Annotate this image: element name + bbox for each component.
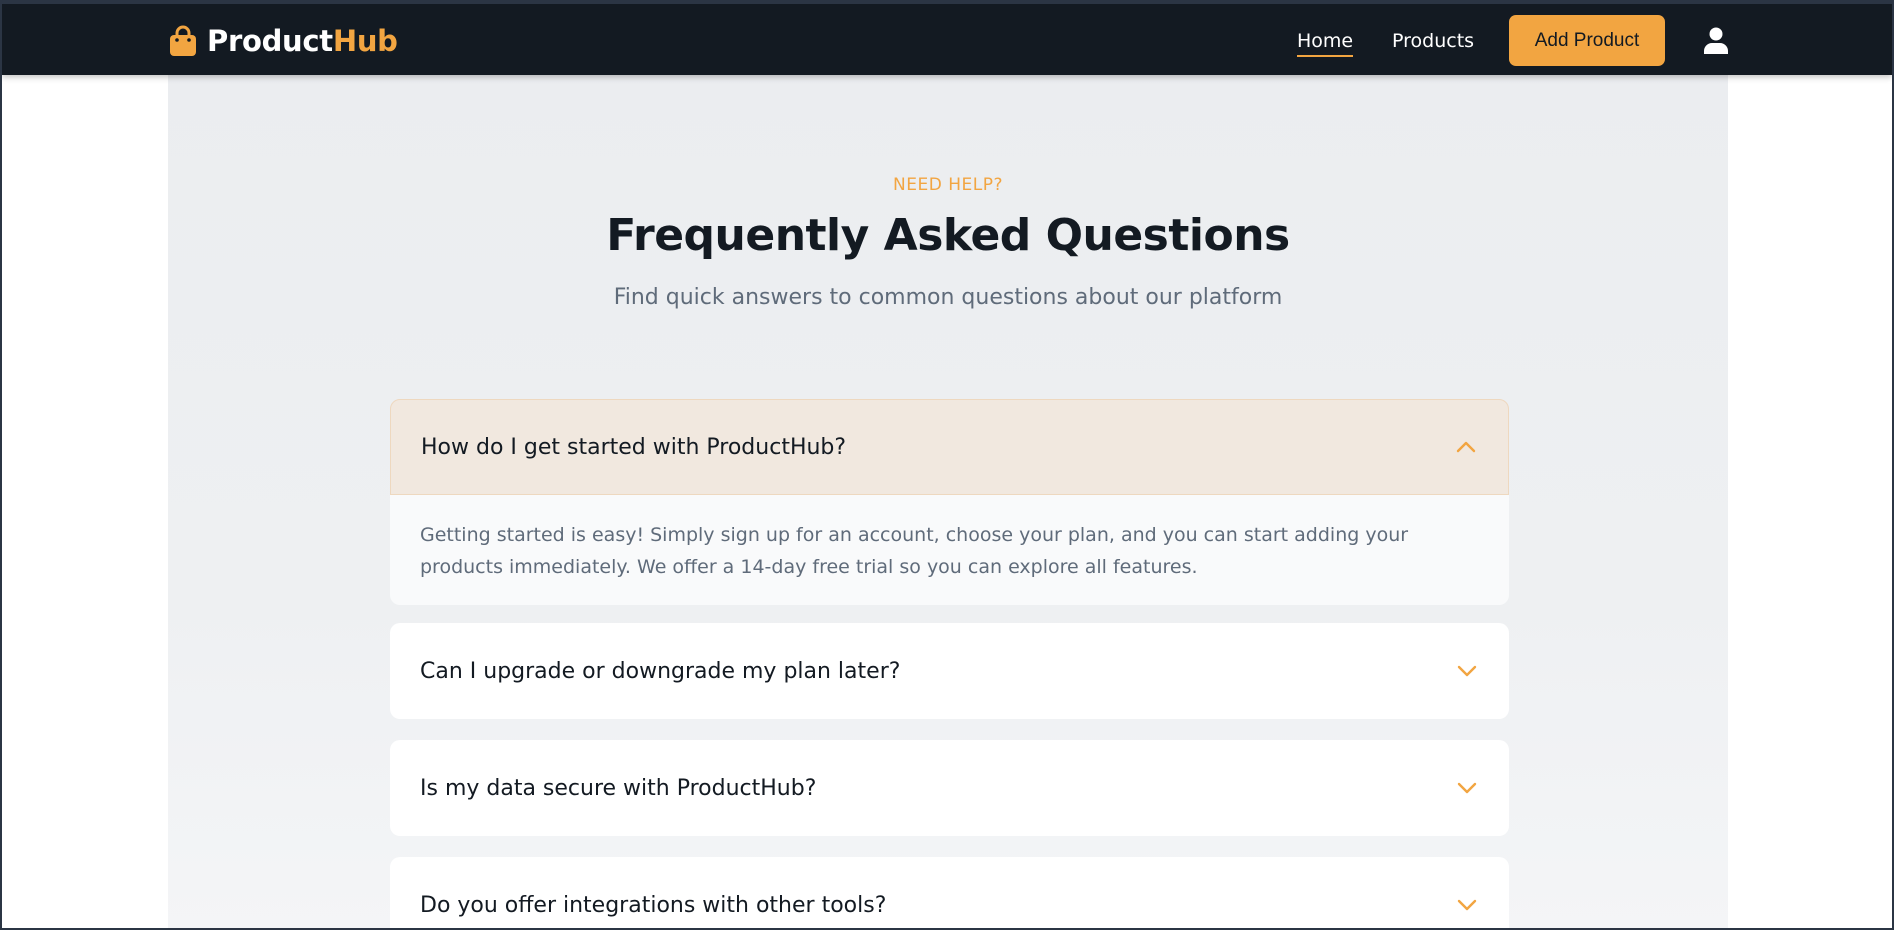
chevron-down-icon	[1457, 899, 1477, 911]
shopping-bag-icon	[170, 25, 196, 56]
logo-text-main: Product	[207, 24, 333, 58]
logo-text: ProductHub	[207, 24, 398, 58]
add-product-button[interactable]: Add Product	[1509, 15, 1665, 66]
chevron-down-icon	[1457, 782, 1477, 794]
top-navbar: ProductHub Home Products Add Product	[2, 4, 1892, 75]
faq-question-toggle[interactable]: Can I upgrade or downgrade my plan later…	[390, 623, 1509, 719]
logo[interactable]: ProductHub	[169, 24, 398, 58]
user-icon[interactable]	[1702, 26, 1730, 54]
faq-answer: Getting started is easy! Simply sign up …	[390, 495, 1509, 605]
faq-item: Can I upgrade or downgrade my plan later…	[390, 623, 1509, 719]
page-title: Frequently Asked Questions	[606, 210, 1290, 261]
chevron-down-icon	[1457, 665, 1477, 677]
faq-question: Is my data secure with ProductHub?	[420, 775, 817, 801]
section-eyebrow: NEED HELP?	[893, 175, 1003, 195]
faq-section: NEED HELP? Frequently Asked Questions Fi…	[168, 75, 1728, 928]
page-subtitle: Find quick answers to common questions a…	[613, 285, 1283, 310]
faq-question: Do you offer integrations with other too…	[420, 892, 887, 918]
nav-products-link[interactable]: Products	[1392, 30, 1474, 52]
faq-item: How do I get started with ProductHub? Ge…	[390, 399, 1509, 605]
browser-viewport: ProductHub Home Products Add Product NEE…	[2, 4, 1892, 928]
chevron-up-icon	[1456, 441, 1476, 453]
faq-item: Do you offer integrations with other too…	[390, 857, 1509, 928]
faq-question-toggle[interactable]: How do I get started with ProductHub?	[390, 399, 1509, 495]
faq-question: How do I get started with ProductHub?	[421, 434, 847, 460]
logo-text-accent: Hub	[332, 24, 398, 58]
faq-question-toggle[interactable]: Is my data secure with ProductHub?	[390, 740, 1509, 836]
nav-home-link[interactable]: Home	[1297, 30, 1354, 57]
faq-question: Can I upgrade or downgrade my plan later…	[420, 658, 901, 684]
faq-item: Is my data secure with ProductHub?	[390, 740, 1509, 836]
faq-question-toggle[interactable]: Do you offer integrations with other too…	[390, 857, 1509, 928]
